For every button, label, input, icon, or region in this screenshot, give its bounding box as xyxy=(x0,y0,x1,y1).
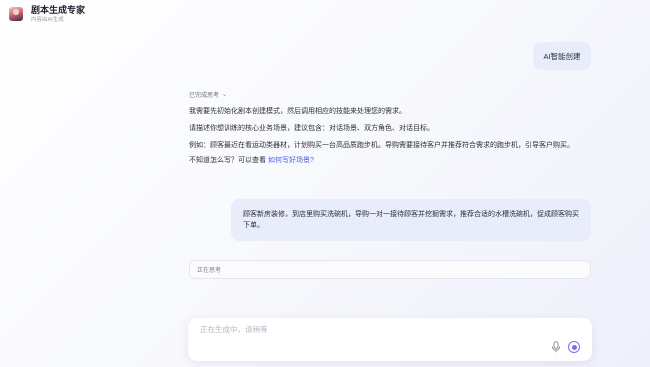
avatar xyxy=(9,7,23,21)
microphone-icon[interactable] xyxy=(551,341,561,353)
chevron-down-icon: ⌄ xyxy=(222,92,228,98)
assistant-help-line: 不知道怎么写？可以查看 如何写好场景? xyxy=(189,155,594,166)
app-title: 剧本生成专家 xyxy=(31,4,86,15)
assistant-line: 例如：顾客最近在看运动类器材，计划购买一台高品质跑步机。导购需要接待客户并推荐符… xyxy=(189,142,574,149)
app-subtitle: 内容由AI生成 xyxy=(31,16,64,23)
stop-generating-button[interactable] xyxy=(568,341,580,353)
thinking-toggle[interactable]: 已完成思考 ⌄ xyxy=(189,90,227,99)
header-titles: 剧本生成专家 内容由AI生成 xyxy=(31,5,85,24)
assistant-line: 请描述你想训练的核心业务场景，建议包含：对话场景、双方角色、对话目标。 xyxy=(189,125,434,132)
message-input[interactable] xyxy=(200,325,530,334)
message-composer xyxy=(188,318,592,361)
scenario-guide-link[interactable]: 如何写好场景? xyxy=(268,157,314,164)
assistant-message: 我需要先初始化剧本创建模式，然后调用相应的技能来处理您的需求。 请描述你想训练的… xyxy=(189,106,594,172)
app-header: 剧本生成专家 内容由AI生成 xyxy=(0,0,650,28)
help-prefix: 不知道怎么写？可以查看 xyxy=(189,157,268,164)
assistant-line: 我需要先初始化剧本创建模式，然后调用相应的技能来处理您的需求。 xyxy=(189,108,406,115)
thinking-toggle-label: 已完成思考 xyxy=(189,93,220,99)
thinking-status-label: 正在思考 xyxy=(197,268,222,274)
stop-generating-icon xyxy=(571,344,577,350)
user-message-bubble: 顾客新房装修，到店里购买洗碗机，导购一对一接待顾客并挖掘需求，推荐合适的水槽洗碗… xyxy=(231,199,591,241)
thinking-status-box[interactable]: 正在思考 xyxy=(189,260,591,279)
user-message-bubble: AI智能创建 xyxy=(533,42,591,70)
